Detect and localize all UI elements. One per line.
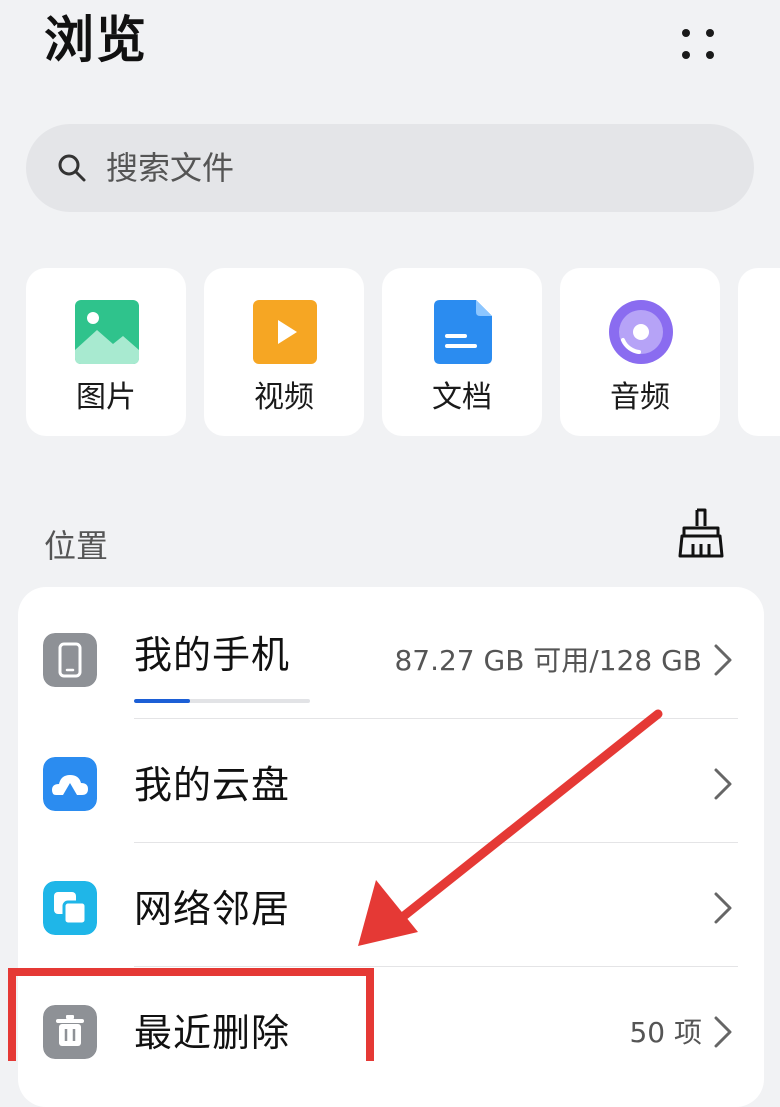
more-options-button[interactable] [670,16,726,72]
chevron-right-icon [714,768,732,800]
category-label: 视频 [254,380,314,415]
more-dot-icon [706,29,714,37]
location-network[interactable]: 网络邻居 [18,847,764,971]
category-label: 图片 [76,380,136,415]
divider [134,842,738,843]
more-dot-icon [682,51,690,59]
deleted-count: 50 项 [629,1016,702,1049]
location-label: 最近删除 [134,1011,291,1055]
chevron-right-icon [714,644,732,676]
video-icon [253,300,317,364]
more-dot-icon [682,29,690,37]
broom-icon[interactable] [676,506,726,560]
page-title: 浏览 [44,11,148,69]
category-label: 音频 [610,380,670,415]
location-label: 网络邻居 [134,887,291,931]
location-label: 我的手机 [134,633,291,677]
network-icon [43,881,97,935]
more-dot-icon [706,51,714,59]
document-icon [434,300,492,364]
image-icon [75,300,139,364]
divider [134,718,738,719]
chevron-right-icon [714,892,732,924]
category-documents[interactable]: 文档 [382,268,542,436]
section-title-locations: 位置 [44,527,109,565]
category-row: 图片 视频 文档 音频 [26,268,780,436]
location-recently-deleted[interactable]: 最近删除 50 项 [18,971,764,1095]
chevron-right-icon [714,1016,732,1048]
category-more-partial[interactable] [738,268,780,436]
phone-icon [43,633,97,687]
trash-icon [43,1005,97,1059]
storage-progress-bar [134,699,310,703]
locations-card: 我的手机 87.27 GB 可用/128 GB 我的云盘 网络邻居 最近删除 5… [18,587,764,1107]
location-label: 我的云盘 [134,763,291,807]
storage-detail: 87.27 GB 可用/128 GB [394,644,702,677]
location-my-phone[interactable]: 我的手机 87.27 GB 可用/128 GB [18,599,764,723]
location-my-cloud[interactable]: 我的云盘 [18,723,764,847]
audio-icon [609,300,673,364]
cloud-icon [43,757,97,811]
search-bar[interactable] [26,124,754,212]
category-videos[interactable]: 视频 [204,268,364,436]
category-images[interactable]: 图片 [26,268,186,436]
storage-progress-fill [134,699,191,703]
category-audio[interactable]: 音频 [560,268,720,436]
search-input[interactable] [106,138,706,198]
divider [134,966,738,967]
search-icon [58,154,86,182]
category-label: 文档 [432,380,492,415]
